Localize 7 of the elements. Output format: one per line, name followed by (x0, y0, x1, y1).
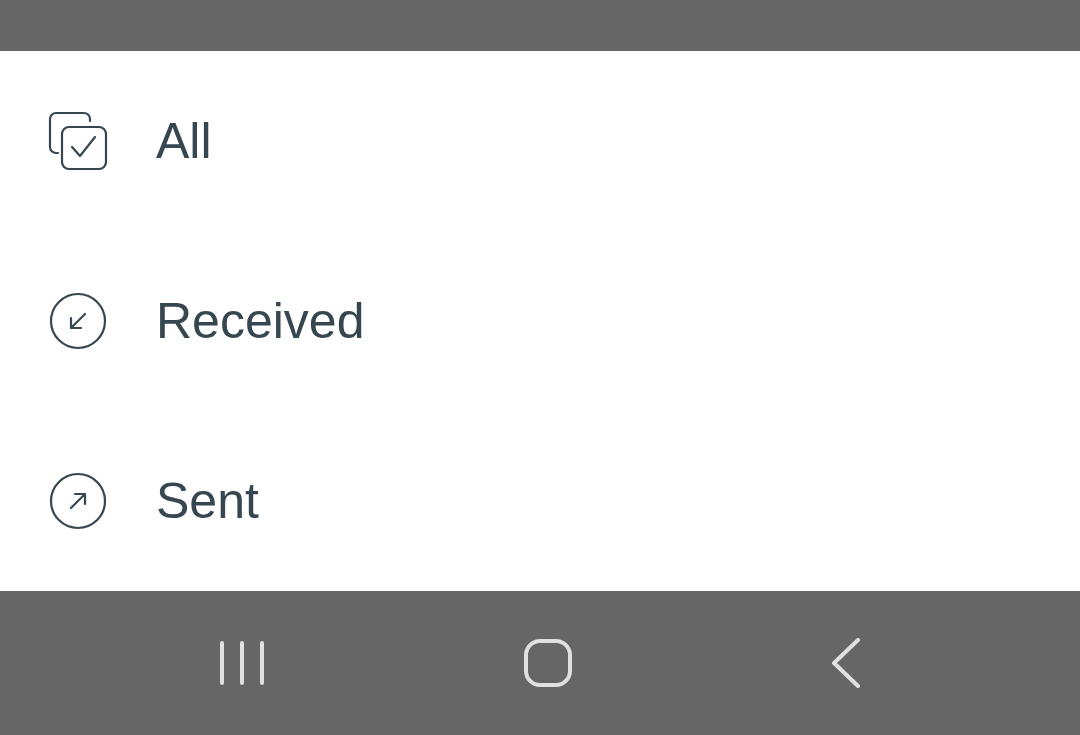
recent-apps-icon[interactable] (219, 640, 266, 686)
menu-item[interactable]: All (0, 51, 1080, 231)
back-icon[interactable] (830, 638, 861, 688)
home-icon[interactable] (524, 639, 572, 687)
menu-item[interactable]: Received (0, 231, 1080, 411)
copy-check-icon (48, 111, 108, 171)
menu-item[interactable]: Sent (0, 411, 1080, 591)
